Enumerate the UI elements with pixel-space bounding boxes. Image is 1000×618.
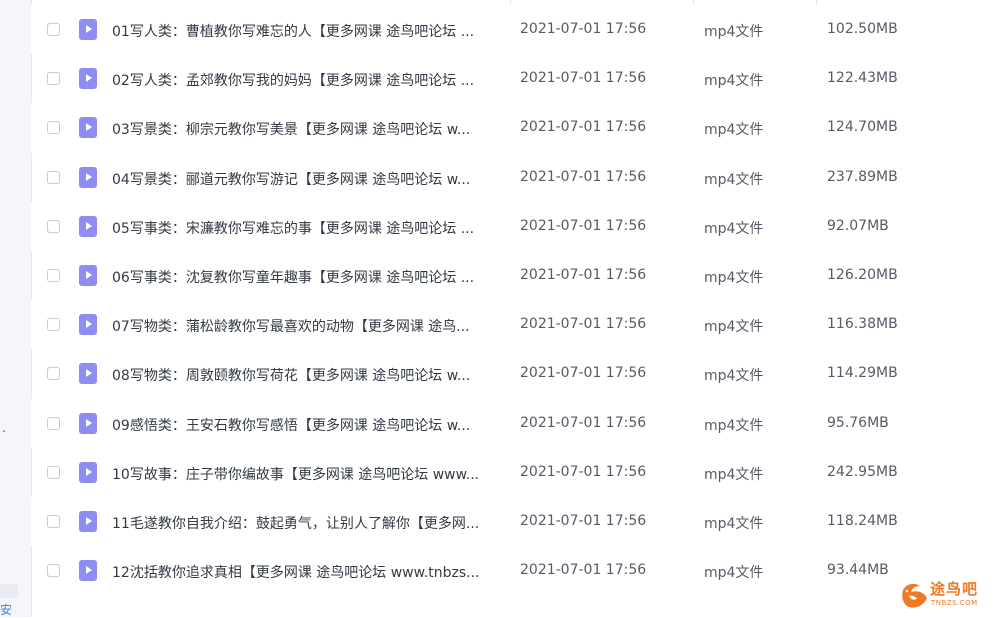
file-type: mp4文件 bbox=[704, 171, 764, 188]
file-name[interactable]: 07写物类：蒲松龄教你写最喜欢的动物【更多网课 途鸟... bbox=[112, 316, 502, 336]
video-file-icon bbox=[79, 412, 97, 434]
file-name[interactable]: 05写事类：宋濂教你写难忘的事【更多网课 途鸟吧论坛 ... bbox=[112, 218, 502, 238]
file-size: 122.43MB bbox=[827, 70, 898, 87]
file-select-checkbox[interactable] bbox=[47, 23, 60, 36]
file-modified-date: 2021-07-01 17:56 bbox=[520, 414, 647, 431]
video-file-icon bbox=[79, 510, 97, 532]
file-row[interactable]: 01写人类：曹植教你写难忘的人【更多网课 途鸟吧论坛 ... 2021-07-01… bbox=[31, 5, 1000, 55]
left-sidebar-bottom-label[interactable]: 安 bbox=[0, 601, 12, 618]
file-modified-date: 2021-07-01 17:56 bbox=[520, 21, 647, 37]
file-name[interactable]: 01写人类：曹植教你写难忘的人【更多网课 途鸟吧论坛 ... bbox=[112, 21, 502, 41]
left-sidebar-dot: . bbox=[2, 421, 6, 435]
file-select-checkbox[interactable] bbox=[47, 268, 60, 282]
file-row[interactable]: 02写人类：孟郊教你写我的妈妈【更多网课 途鸟吧论坛 ... 2021-07-01… bbox=[31, 54, 1000, 103]
file-select-checkbox[interactable] bbox=[47, 465, 60, 479]
file-modified-date: 2021-07-01 17:56 bbox=[520, 168, 647, 185]
video-file-icon bbox=[79, 215, 97, 237]
file-size: 118.24MB bbox=[827, 512, 898, 529]
file-type: mp4文件 bbox=[704, 24, 764, 40]
left-sidebar-bottom-block bbox=[0, 584, 18, 598]
file-list: 01写人类：曹植教你写难忘的人【更多网课 途鸟吧论坛 ... 2021-07-01… bbox=[31, 5, 1000, 595]
file-modified-date: 2021-07-01 17:56 bbox=[520, 562, 647, 579]
video-file-icon bbox=[79, 560, 97, 582]
file-modified-date: 2021-07-01 17:56 bbox=[520, 316, 647, 333]
file-select-checkbox[interactable] bbox=[47, 367, 60, 381]
file-row[interactable]: 09感悟类：王安石教你写感悟【更多网课 途鸟吧论坛 w... 2021-07-01… bbox=[31, 398, 1000, 448]
file-type: mp4文件 bbox=[704, 269, 764, 286]
file-type: mp4文件 bbox=[704, 122, 764, 139]
file-size: 114.29MB bbox=[827, 365, 898, 382]
video-file-icon bbox=[79, 461, 97, 483]
file-size: 126.20MB bbox=[827, 266, 898, 283]
file-name[interactable]: 11毛遂教你自我介绍：鼓起勇气，让别人了解你【更多网... bbox=[112, 513, 502, 533]
file-type: mp4文件 bbox=[704, 565, 764, 582]
file-type: mp4文件 bbox=[704, 368, 764, 385]
bird-logo-icon bbox=[902, 583, 927, 608]
video-file-icon bbox=[79, 363, 97, 385]
file-select-checkbox[interactable] bbox=[47, 72, 60, 86]
file-modified-date: 2021-07-01 17:56 bbox=[520, 217, 647, 234]
file-name[interactable]: 08写物类：周敦颐教你写荷花【更多网课 途鸟吧论坛 w... bbox=[112, 365, 502, 385]
file-name[interactable]: 10写故事：庄子带你编故事【更多网课 途鸟吧论坛 www... bbox=[112, 464, 502, 484]
file-type: mp4文件 bbox=[704, 319, 764, 336]
file-select-checkbox[interactable] bbox=[47, 416, 60, 430]
file-name[interactable]: 09感悟类：王安石教你写感悟【更多网课 途鸟吧论坛 w... bbox=[112, 415, 502, 435]
file-name[interactable]: 03写景类：柳宗元教你写美景【更多网课 途鸟吧论坛 w... bbox=[112, 119, 502, 139]
file-size: 124.70MB bbox=[827, 119, 898, 136]
file-select-checkbox[interactable] bbox=[47, 564, 60, 578]
file-select-checkbox[interactable] bbox=[47, 121, 60, 135]
watermark-subtext: TNBZS.COM bbox=[931, 599, 978, 607]
file-size: 242.95MB bbox=[827, 463, 898, 480]
file-modified-date: 2021-07-01 17:56 bbox=[520, 463, 647, 480]
file-modified-date: 2021-07-01 17:56 bbox=[520, 266, 647, 283]
left-sidebar-edge: . 安 bbox=[0, 0, 32, 617]
file-select-checkbox[interactable] bbox=[47, 170, 60, 184]
file-row[interactable]: 10写故事：庄子带你编故事【更多网课 途鸟吧论坛 www... 2021-07-0… bbox=[31, 448, 1000, 497]
file-select-checkbox[interactable] bbox=[47, 318, 60, 332]
file-type: mp4文件 bbox=[704, 220, 764, 237]
video-file-icon bbox=[79, 264, 97, 286]
file-row[interactable]: 06写事类：沈复教你写童年趣事【更多网课 途鸟吧论坛 ... 2021-07-01… bbox=[31, 251, 1000, 300]
video-file-icon bbox=[79, 117, 97, 139]
file-row[interactable]: 11毛遂教你自我介绍：鼓起勇气，让别人了解你【更多网... 2021-07-01 … bbox=[31, 496, 1000, 547]
watermark-logo: 途鸟吧 TNBZS.COM bbox=[900, 578, 996, 614]
file-size: 116.38MB bbox=[827, 316, 898, 333]
file-row[interactable]: 12沈括教你追求真相【更多网课 途鸟吧论坛 www.tnbzs... 2021-0… bbox=[31, 546, 1000, 595]
file-row[interactable]: 03写景类：柳宗元教你写美景【更多网课 途鸟吧论坛 w... 2021-07-01… bbox=[31, 103, 1000, 153]
file-row[interactable]: 08写物类：周敦颐教你写荷花【更多网课 途鸟吧论坛 w... 2021-07-01… bbox=[31, 349, 1000, 398]
file-name[interactable]: 06写事类：沈复教你写童年趣事【更多网课 途鸟吧论坛 ... bbox=[112, 267, 502, 287]
file-type: mp4文件 bbox=[704, 515, 764, 532]
file-name[interactable]: 12沈括教你追求真相【更多网课 途鸟吧论坛 www.tnbzs... bbox=[112, 562, 502, 582]
file-name[interactable]: 04写景类：郦道元教你写游记【更多网课 途鸟吧论坛 w... bbox=[112, 169, 502, 189]
file-size: 102.50MB bbox=[827, 21, 898, 37]
file-select-checkbox[interactable] bbox=[47, 514, 60, 528]
file-modified-date: 2021-07-01 17:56 bbox=[520, 70, 647, 87]
file-size: 237.89MB bbox=[827, 168, 898, 185]
file-select-checkbox[interactable] bbox=[47, 219, 60, 233]
file-type: mp4文件 bbox=[704, 417, 764, 434]
video-file-icon bbox=[79, 314, 97, 336]
file-name[interactable]: 02写人类：孟郊教你写我的妈妈【更多网课 途鸟吧论坛 ... bbox=[112, 70, 502, 90]
file-type: mp4文件 bbox=[704, 466, 764, 483]
file-size: 92.07MB bbox=[827, 217, 889, 234]
file-modified-date: 2021-07-01 17:56 bbox=[520, 119, 647, 136]
file-modified-date: 2021-07-01 17:56 bbox=[520, 365, 647, 382]
watermark-text: 途鸟吧 bbox=[930, 580, 979, 598]
file-modified-date: 2021-07-01 17:56 bbox=[520, 512, 647, 529]
file-row[interactable]: 04写景类：郦道元教你写游记【更多网课 途鸟吧论坛 w... 2021-07-01… bbox=[31, 153, 1000, 202]
file-size: 95.76MB bbox=[827, 414, 889, 431]
file-type: mp4文件 bbox=[704, 73, 764, 90]
file-size: 93.44MB bbox=[827, 562, 889, 579]
video-file-icon bbox=[79, 19, 97, 40]
video-file-icon bbox=[79, 68, 97, 90]
video-file-icon bbox=[79, 166, 97, 188]
file-row[interactable]: 07写物类：蒲松龄教你写最喜欢的动物【更多网课 途鸟... 2021-07-01 … bbox=[31, 300, 1000, 350]
file-row[interactable]: 05写事类：宋濂教你写难忘的事【更多网课 途鸟吧论坛 ... 2021-07-01… bbox=[31, 201, 1000, 251]
